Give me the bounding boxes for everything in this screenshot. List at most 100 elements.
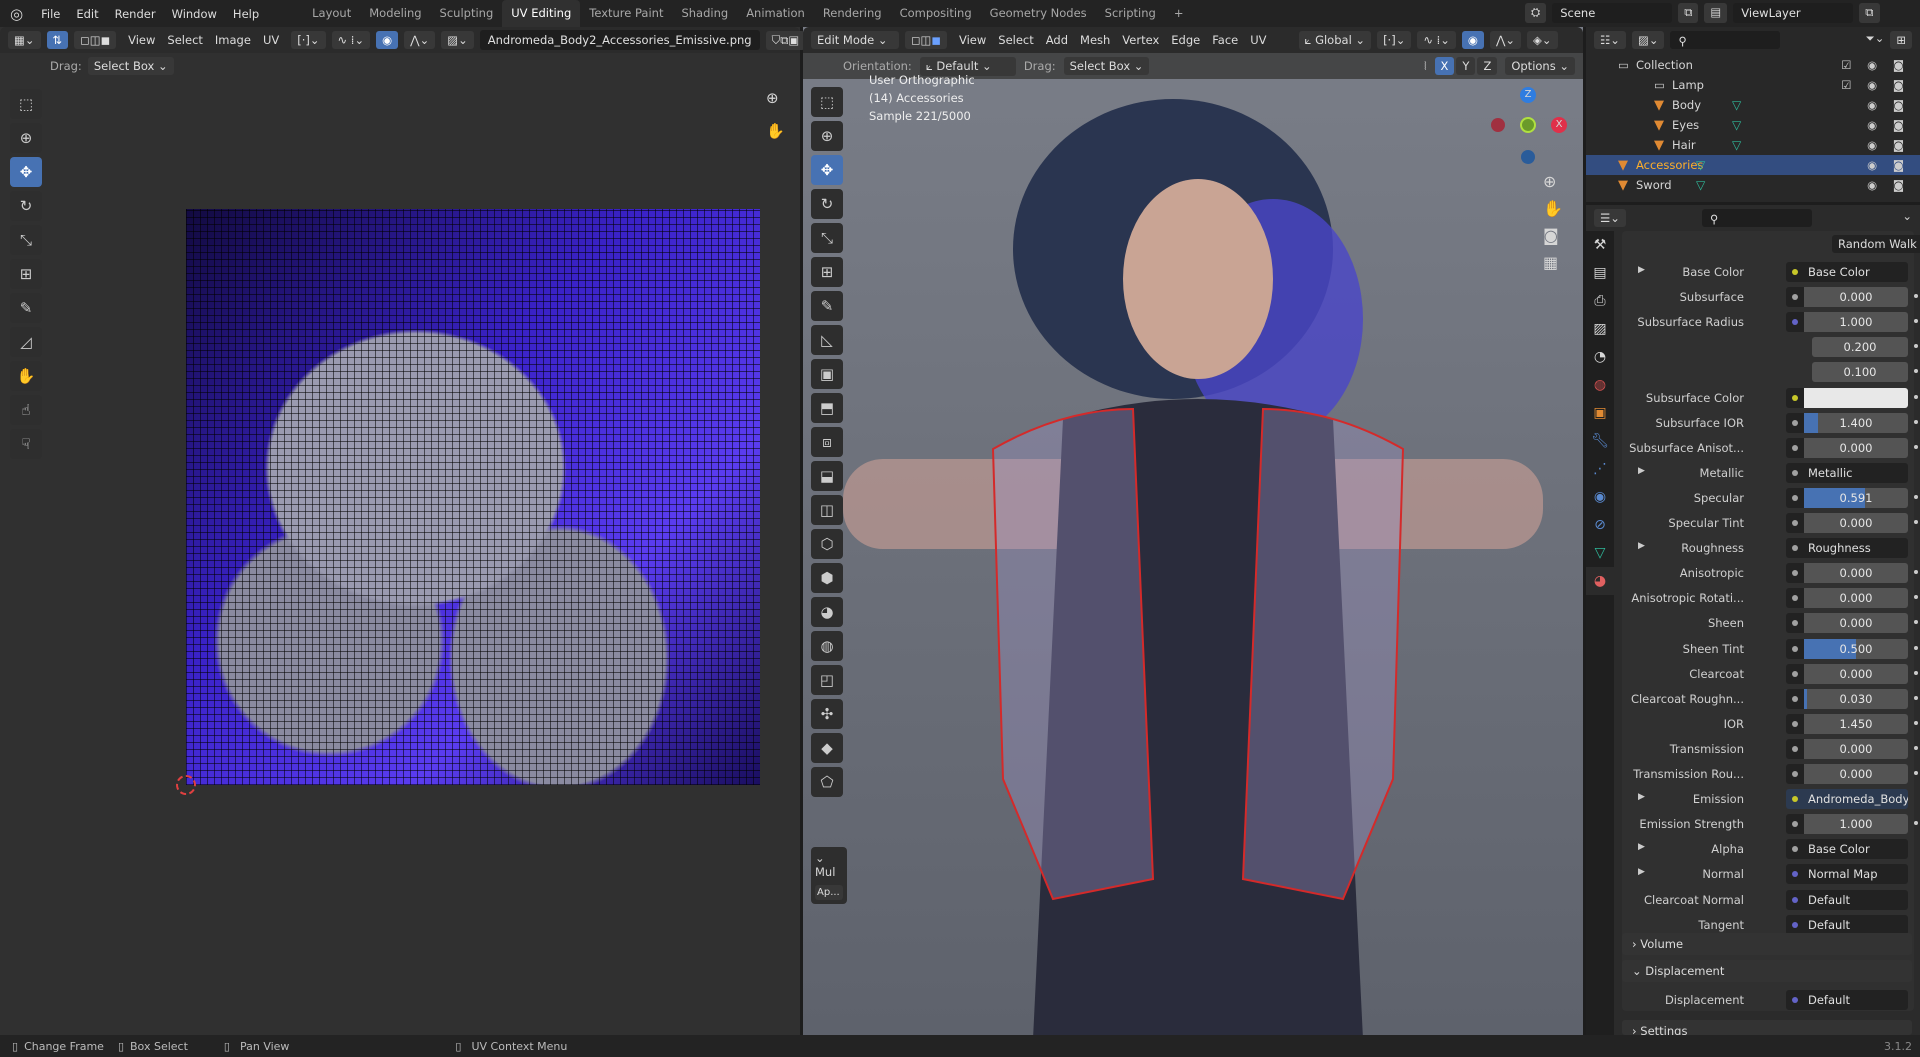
transform-tool-icon[interactable]: ⊞ (10, 259, 42, 289)
socket-icon[interactable] (1786, 613, 1804, 634)
expand-arrow-icon[interactable]: ▶ (1638, 792, 1645, 802)
pan-icon[interactable]: ✋ (1543, 199, 1563, 218)
options-chevron-icon[interactable]: ⌄ (1902, 209, 1912, 227)
editor-type-icon[interactable]: ☰⌄ (1594, 209, 1626, 227)
annotate-tool-icon[interactable]: ✎ (811, 291, 843, 321)
outliner-item-sword[interactable]: ▼ Sword ▽ ◉ ◙ (1586, 175, 1920, 195)
character-model[interactable] (803, 79, 1583, 1035)
apply-button[interactable]: Ap... (815, 885, 843, 900)
pan-icon[interactable]: ✋ (766, 122, 785, 140)
menu-window[interactable]: Window (164, 7, 225, 21)
viewport-menu-view[interactable]: View (953, 33, 992, 47)
cursor-tool-icon[interactable]: ⊕ (10, 123, 42, 153)
bevel-tool-icon[interactable]: ⬓ (811, 461, 843, 491)
editor-type-icon[interactable]: ▦⌄ (8, 31, 41, 49)
zoom-icon[interactable]: ⊕ (766, 89, 779, 107)
snap-icon[interactable]: ∿ ⁞⌄ (331, 31, 371, 49)
viewport-menu-uv[interactable]: UV (1244, 33, 1272, 47)
options-button[interactable]: Options ⌄ (1505, 57, 1575, 75)
menu-edit[interactable]: Edit (68, 7, 106, 21)
keyframe-dot-icon[interactable] (1914, 595, 1918, 600)
visibility-icons[interactable]: ◉ ◙ (1867, 178, 1910, 192)
displacement-panel[interactable]: ⌄ Displacement (1622, 960, 1912, 982)
uv-menu-image[interactable]: Image (209, 33, 257, 47)
material-tab-icon[interactable]: ◕ (1586, 567, 1614, 595)
drag-select[interactable]: Select Box ⌄ (87, 57, 174, 75)
tab-sculpting[interactable]: Sculpting (431, 0, 503, 27)
poly-build-tool-icon[interactable]: ⬢ (811, 563, 843, 593)
select-mode-icons[interactable]: ◻◫◼ (905, 31, 947, 49)
image-browse-icon[interactable]: ▨⌄ (441, 31, 474, 49)
add-cube-tool-icon[interactable]: ▣ (811, 359, 843, 389)
visibility-icons[interactable]: ◉ ◙ (1867, 158, 1910, 172)
socket-icon[interactable] (1786, 412, 1804, 433)
viewport-menu-add[interactable]: Add (1040, 33, 1074, 47)
move-tool-icon[interactable]: ✥ (10, 157, 42, 187)
uv-texture-image[interactable] (186, 209, 760, 785)
prop-link-field[interactable]: Base Color (1786, 262, 1908, 282)
proportional-edit-icon[interactable]: ◉ (1461, 31, 1484, 49)
uv-menu-select[interactable]: Select (161, 33, 208, 47)
prop-link-field[interactable]: Normal Map (1786, 864, 1908, 885)
uv-menu-uv[interactable]: UV (257, 33, 285, 47)
keyframe-dot-icon[interactable] (1914, 821, 1918, 826)
falloff-icon[interactable]: ⋀⌄ (1489, 31, 1522, 49)
settings-panel[interactable]: › Settings (1622, 1020, 1912, 1035)
prop-value-field[interactable]: 0.000 (1804, 663, 1908, 684)
prop-value-field[interactable]: 0.200 (1812, 337, 1908, 358)
keyframe-dot-icon[interactable] (1914, 294, 1918, 299)
last-operator-panel[interactable]: ⌄ Mul Ap... (811, 847, 847, 904)
rip-tool-icon[interactable]: ◿ (10, 327, 42, 357)
scene-tab-icon[interactable]: ◔ (1586, 343, 1614, 371)
tab-texture-paint[interactable]: Texture Paint (580, 0, 672, 27)
uv-menu-view[interactable]: View (122, 33, 161, 47)
pivot-icon[interactable]: [·]⌄ (291, 31, 326, 49)
physics-tab-icon[interactable]: ◉ (1586, 483, 1614, 511)
keyframe-dot-icon[interactable] (1914, 695, 1918, 700)
socket-icon[interactable] (1786, 563, 1804, 584)
relax-tool-icon[interactable]: ☝ (10, 395, 42, 425)
visibility-icons[interactable]: ◉ ◙ (1867, 118, 1910, 132)
keyframe-dot-icon[interactable] (1914, 745, 1918, 750)
viewport-menu-select[interactable]: Select (992, 33, 1039, 47)
socket-icon[interactable] (1786, 287, 1804, 308)
prop-value-field[interactable]: 0.000 (1804, 764, 1908, 784)
expand-arrow-icon[interactable]: ▶ (1638, 842, 1645, 852)
ortho-grid-icon[interactable]: ▦ (1543, 253, 1563, 272)
volume-panel[interactable]: › Volume (1622, 933, 1912, 955)
outliner-item-hair[interactable]: ▼ Hair ▽ ◉ ◙ (1586, 135, 1920, 155)
rotate-tool-icon[interactable]: ↻ (811, 189, 843, 219)
extrude-tool-icon[interactable]: ⬒ (811, 393, 843, 423)
inset-tool-icon[interactable]: ⧈ (811, 427, 843, 457)
scale-tool-icon[interactable]: ⤡ (811, 223, 843, 253)
socket-icon[interactable] (1786, 638, 1804, 659)
cursor-tool-icon[interactable]: ⊕ (811, 121, 843, 151)
measure-tool-icon[interactable]: ◺ (811, 325, 843, 355)
socket-icon[interactable] (1786, 713, 1804, 734)
prop-value-field[interactable]: 0.500 (1804, 638, 1908, 659)
pivot-icon[interactable]: [·]⌄ (1377, 31, 1412, 49)
move-tool-icon[interactable]: ✥ (811, 155, 843, 185)
keyframe-dot-icon[interactable] (1914, 520, 1918, 524)
tab-shading[interactable]: Shading (672, 0, 737, 27)
camera-icon[interactable]: ◙ (1543, 226, 1563, 245)
color-swatch[interactable] (1804, 387, 1908, 408)
prop-link-field[interactable]: Default (1786, 914, 1908, 935)
scene-icon[interactable]: ⛭ (1525, 3, 1547, 23)
socket-icon[interactable] (1786, 513, 1804, 533)
keyframe-dot-icon[interactable] (1914, 369, 1918, 374)
subsurface-method-select[interactable]: Random Walk⌄ (1832, 235, 1920, 253)
rip-region-tool-icon[interactable]: ⬠ (811, 767, 843, 797)
socket-icon[interactable] (1786, 764, 1804, 784)
drag-select[interactable]: Select Box ⌄ (1063, 57, 1150, 75)
output-tab-icon[interactable]: ⎙ (1586, 287, 1614, 315)
viewport-menu-mesh[interactable]: Mesh (1074, 33, 1116, 47)
loop-cut-tool-icon[interactable]: ◫ (811, 495, 843, 525)
expand-arrow-icon[interactable]: ▶ (1638, 265, 1645, 275)
socket-icon[interactable] (1786, 663, 1804, 684)
outliner-search[interactable]: ⚲ (1670, 31, 1781, 49)
keyframe-dot-icon[interactable] (1914, 570, 1918, 575)
keyframe-dot-icon[interactable] (1914, 645, 1918, 650)
prop-link-field[interactable]: Default (1786, 889, 1908, 910)
properties-search[interactable]: ⚲ (1701, 209, 1812, 227)
